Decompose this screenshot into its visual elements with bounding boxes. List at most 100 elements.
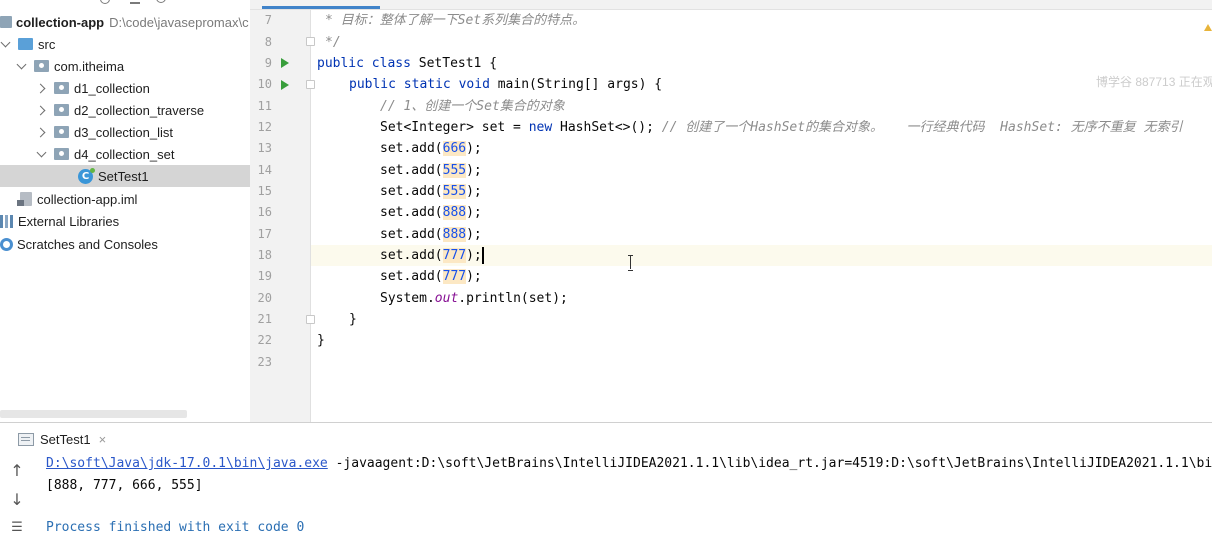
globe-icon[interactable]	[100, 0, 110, 4]
tree-item-label: SetTest1	[98, 168, 149, 184]
java-path-link[interactable]: D:\soft\Java\jdk-17.0.1\bin\java.exe	[46, 456, 328, 471]
line-number: 12	[257, 120, 272, 134]
chevron-right-icon[interactable]	[36, 82, 48, 94]
number-literal: 888	[442, 227, 467, 242]
module-icon	[0, 16, 12, 28]
active-tab-indicator[interactable]	[262, 6, 380, 9]
run-tab-label: SetTest1	[40, 431, 91, 447]
code-line-13: set.add(666);	[311, 138, 1212, 159]
close-icon[interactable]: ×	[99, 432, 107, 447]
tree-item-d3-collection-list[interactable]: d3_collection_list	[0, 121, 250, 143]
add-call: set.add(	[380, 141, 443, 156]
line-number: 15	[257, 184, 272, 198]
collapse-icon[interactable]	[130, 0, 140, 4]
text-caret	[481, 247, 484, 264]
add-call: set.add(	[380, 269, 443, 284]
line-number: 20	[257, 291, 272, 305]
arrow-up-icon[interactable]: ↑	[8, 462, 26, 480]
package-icon	[54, 126, 69, 138]
library-icon	[0, 214, 14, 228]
line-number: 18	[257, 248, 272, 262]
tree-item-label: Scratches and Consoles	[17, 236, 158, 252]
tree-item-external-libraries[interactable]: External Libraries	[0, 210, 250, 232]
editor-gutter: 7 8 9 10 11 12 13 14 15 16 17 18 19 20 2…	[250, 10, 315, 422]
add-close: );	[466, 184, 482, 199]
number-literal: 888	[442, 205, 467, 220]
code-line-18: set.add(777);	[311, 245, 1212, 266]
add-close: );	[466, 141, 482, 156]
tree-item-scratches[interactable]: Scratches and Consoles	[0, 233, 250, 255]
line-number: 14	[257, 163, 272, 177]
gear-icon[interactable]	[156, 0, 166, 3]
tree-item-iml[interactable]: collection-app.iml	[0, 188, 250, 210]
add-call: set.add(	[380, 163, 443, 178]
tree-item-d2-collection-traverse[interactable]: d2_collection_traverse	[0, 99, 250, 121]
run-class-icon[interactable]	[281, 58, 289, 68]
code-line-7: * 目标：整体了解一下Set系列集合的特点。	[311, 10, 1212, 31]
tree-item-d4-collection-set[interactable]: d4_collection_set	[0, 143, 250, 165]
warning-icon[interactable]	[1204, 24, 1212, 31]
line-number: 22	[257, 333, 272, 347]
root-label: collection-app	[16, 14, 105, 30]
chevron-down-icon[interactable]	[0, 38, 12, 50]
code-line-12: Set<Integer> set = new HashSet<>(); // 创…	[311, 117, 1212, 138]
tree-item-src[interactable]: src	[0, 33, 250, 55]
tree-item-label: collection-app.iml	[37, 191, 138, 207]
closing-brace: }	[317, 333, 325, 348]
code-line-8: */	[311, 32, 1212, 53]
class-declaration: SetTest1 {	[410, 56, 498, 71]
code-line-10: public static void main(String[] args) {	[311, 74, 1212, 95]
system-ref: System.	[380, 291, 435, 306]
chevron-down-icon[interactable]	[36, 148, 48, 160]
line-number: 13	[257, 141, 272, 155]
tree-item-label: d4_collection_set	[74, 146, 175, 162]
number-literal: 777	[442, 269, 467, 284]
line-comment: // 创建了一个HashSet的集合对象。 一行经典代码 HashSet: 无序…	[661, 120, 1183, 135]
package-icon	[54, 82, 69, 94]
java-class-icon: C	[78, 167, 95, 184]
line-number: 16	[257, 205, 272, 219]
tree-item-label: External Libraries	[18, 213, 120, 229]
tree-item-d1-collection[interactable]: d1_collection	[0, 77, 250, 99]
chevron-right-icon[interactable]	[36, 126, 48, 138]
keyword: void	[458, 77, 490, 92]
horizontal-scrollbar[interactable]	[0, 410, 187, 418]
code-line-20: System.out.println(set);	[311, 288, 1212, 309]
package-icon	[34, 60, 49, 72]
add-close: );	[466, 205, 482, 220]
watermark: 博学谷 887713 正在观	[1096, 75, 1212, 89]
keyword: static	[403, 77, 451, 92]
code-line-11: // 1、创建一个Set集合的对象	[311, 96, 1212, 117]
run-tab[interactable]: SetTest1 ×	[18, 427, 106, 451]
add-close: );	[466, 163, 482, 178]
project-panel: collection-app D:\code\javasepromax\c sr…	[0, 0, 250, 422]
package-icon	[54, 148, 69, 160]
code-line-22: }	[311, 330, 1212, 351]
number-literal: 555	[442, 163, 467, 178]
code-line-15: set.add(555);	[311, 181, 1212, 202]
chevron-right-icon[interactable]	[36, 104, 48, 116]
line-number: 21	[257, 312, 272, 326]
add-call: set.add(	[380, 184, 443, 199]
code-line-21: }	[311, 309, 1212, 330]
tree-item-label: src	[38, 36, 56, 52]
arrow-down-icon[interactable]: ↓	[8, 491, 26, 509]
chevron-down-icon[interactable]	[16, 60, 28, 72]
run-main-icon[interactable]	[281, 80, 289, 90]
println-call: .println(set);	[458, 291, 568, 306]
console-output: [888, 777, 666, 555]	[46, 478, 203, 493]
code-editor[interactable]: 7 8 9 10 11 12 13 14 15 16 17 18 19 20 2…	[250, 0, 1212, 422]
doc-comment: * 目标：整体了解一下Set系列集合的特点。	[325, 13, 586, 28]
tree-item-com-itheima[interactable]: com.itheima	[0, 55, 250, 77]
line-number: 23	[257, 355, 272, 369]
soft-wrap-icon[interactable]: ☰	[8, 519, 26, 534]
tree-item-settest1[interactable]: C SetTest1	[0, 165, 250, 187]
tree-item-label: com.itheima	[54, 58, 125, 74]
tree-root[interactable]: collection-app D:\code\javasepromax\c	[0, 11, 250, 33]
line-comment: // 1、创建一个Set集合的对象	[380, 99, 565, 114]
keyword: new	[528, 120, 553, 135]
editor-tab-bar	[250, 0, 1212, 10]
set-declaration: Set<Integer> set =	[380, 120, 529, 135]
module-file-icon	[17, 192, 32, 206]
